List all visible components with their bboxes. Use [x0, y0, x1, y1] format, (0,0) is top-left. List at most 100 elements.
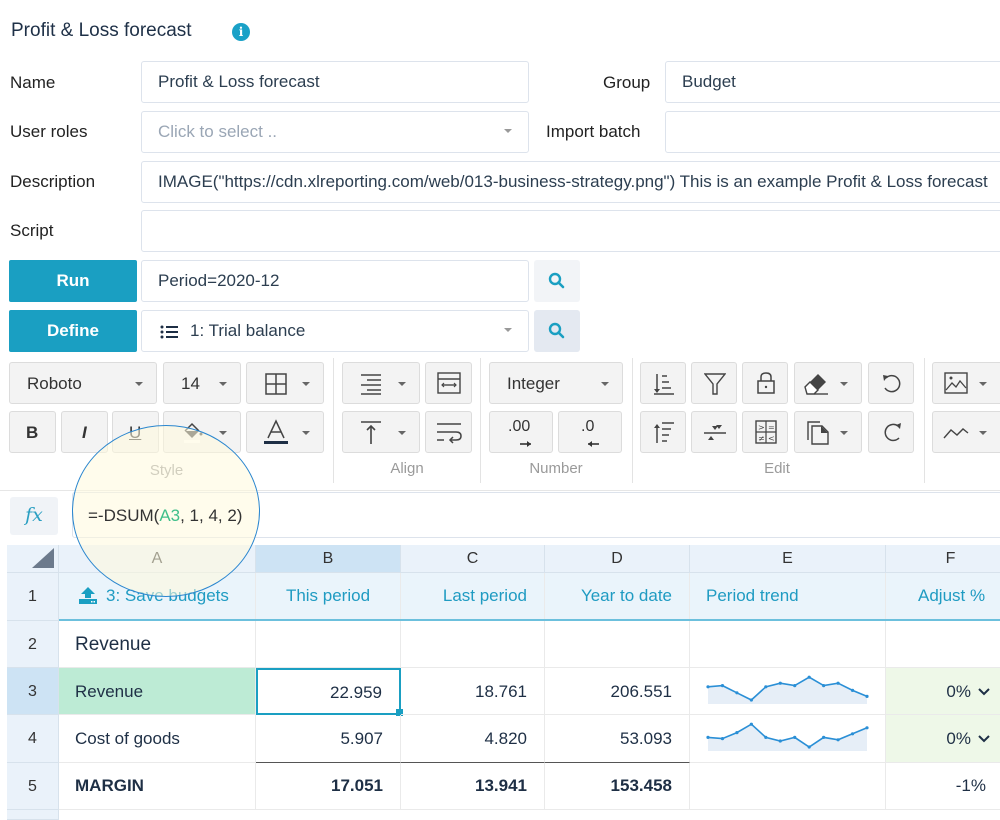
user-roles-select[interactable]: Click to select ..: [141, 111, 529, 153]
cell-d2[interactable]: [545, 621, 690, 668]
undo-button[interactable]: [868, 362, 914, 404]
cell-d4[interactable]: 53.093: [545, 715, 690, 763]
edit-group-label: Edit: [764, 460, 790, 477]
column-header-d[interactable]: D: [545, 545, 690, 573]
cell-b3-selected[interactable]: 22.959: [256, 668, 401, 715]
collapse-icon: [704, 425, 726, 440]
name-input[interactable]: Profit & Loss forecast: [141, 61, 529, 103]
cell-c2[interactable]: [401, 621, 545, 668]
increase-decimals-button[interactable]: .00: [489, 411, 553, 453]
cell-b5[interactable]: 17.051: [256, 763, 401, 810]
merge-cells-button[interactable]: [425, 362, 472, 404]
eraser-icon: [804, 374, 828, 395]
svg-text:≠: ≠: [758, 434, 765, 443]
run-params-input[interactable]: Period=2020-12: [141, 260, 529, 302]
sparkline-point: [836, 738, 840, 742]
text-color-button[interactable]: [246, 411, 324, 453]
chevron-down-icon[interactable]: [978, 735, 990, 743]
row-header-6[interactable]: [7, 810, 59, 820]
clear-button[interactable]: [794, 362, 862, 404]
select-all-corner[interactable]: [7, 545, 59, 573]
define-search-button[interactable]: [534, 310, 580, 352]
sparkline-point: [807, 675, 811, 679]
insert-sparkline-button[interactable]: [932, 411, 1000, 453]
run-search-button[interactable]: [534, 260, 580, 302]
cell-e2[interactable]: [690, 621, 886, 668]
insert-image-button[interactable]: [932, 362, 1000, 404]
italic-button[interactable]: I: [61, 411, 108, 453]
lock-button[interactable]: [742, 362, 788, 404]
chevron-down-icon[interactable]: [978, 688, 990, 696]
cell-e5[interactable]: [690, 763, 886, 810]
cell-a4[interactable]: Cost of goods: [59, 715, 256, 763]
cell-f4[interactable]: 0%: [886, 715, 1000, 763]
header-this-period: This period: [256, 573, 401, 619]
cell-c5[interactable]: 13.941: [401, 763, 545, 810]
row-header-4[interactable]: 4: [7, 715, 59, 763]
cell-f2[interactable]: [886, 621, 1000, 668]
bold-button[interactable]: B: [9, 411, 56, 453]
font-size-select[interactable]: 14: [163, 362, 241, 404]
script-input[interactable]: [141, 210, 1000, 252]
sparkline-point: [793, 735, 797, 739]
header-last-period: Last period: [401, 573, 545, 619]
column-header-c[interactable]: C: [401, 545, 545, 573]
sort-asc-button[interactable]: [640, 411, 686, 453]
row-header-5[interactable]: 5: [7, 763, 59, 810]
cell-b2[interactable]: [256, 621, 401, 668]
cell-a5[interactable]: MARGIN: [59, 763, 256, 810]
row-header-3[interactable]: 3: [7, 668, 59, 715]
cell-e3[interactable]: [690, 668, 886, 715]
sparkline-point: [807, 745, 811, 749]
collapse-button[interactable]: [691, 411, 737, 453]
toolbar-divider: [632, 358, 633, 483]
redo-button[interactable]: [868, 411, 914, 453]
column-header-b[interactable]: B: [256, 545, 401, 573]
cell-c4[interactable]: 4.820: [401, 715, 545, 763]
import-batch-input[interactable]: [665, 111, 1000, 153]
chevron-down-icon: [979, 382, 987, 386]
cell-b4[interactable]: 5.907: [256, 715, 401, 763]
wrap-text-icon: [437, 423, 462, 444]
group-label: Group: [603, 73, 651, 92]
chevron-down-icon: [398, 431, 406, 435]
run-button[interactable]: Run: [9, 260, 137, 302]
align-top-icon: [361, 421, 381, 444]
chevron-down-icon: [504, 129, 512, 133]
cell-d5[interactable]: 153.458: [545, 763, 690, 810]
cell-a3[interactable]: Revenue: [59, 668, 256, 715]
description-input[interactable]: IMAGE("https://cdn.xlreporting.com/web/0…: [141, 161, 1000, 203]
row-header-1[interactable]: 1: [7, 573, 59, 621]
sparkline-point: [865, 726, 869, 730]
cell-c3[interactable]: 18.761: [401, 668, 545, 715]
wrap-text-button[interactable]: [425, 411, 472, 453]
formula-prefix: =-DSUM(: [88, 506, 160, 525]
header-year-to-date: Year to date: [545, 573, 690, 619]
conditional-format-button[interactable]: > = ≠ <: [742, 411, 788, 453]
horizontal-align-button[interactable]: [342, 362, 420, 404]
cell-f3[interactable]: 0%: [886, 668, 1000, 715]
decrease-decimals-button[interactable]: .0: [558, 411, 622, 453]
number-format-select[interactable]: Integer: [489, 362, 623, 404]
sparkline-point: [749, 722, 753, 726]
font-family-select[interactable]: Roboto: [9, 362, 157, 404]
cell-e4[interactable]: [690, 715, 886, 763]
cell-d3[interactable]: 206.551: [545, 668, 690, 715]
arrow-right-icon: [520, 441, 531, 447]
cell-f5[interactable]: -1%: [886, 763, 1000, 810]
column-header-e[interactable]: E: [690, 545, 886, 573]
column-header-f[interactable]: F: [886, 545, 1000, 573]
upload-icon: [79, 587, 97, 604]
define-select[interactable]: 1: Trial balance: [141, 310, 529, 352]
group-input[interactable]: Budget: [665, 61, 1000, 103]
borders-button[interactable]: [246, 362, 324, 404]
define-button[interactable]: Define: [9, 310, 137, 352]
name-label: Name: [10, 73, 56, 92]
info-icon[interactable]: i: [232, 23, 250, 41]
cell-a2[interactable]: Revenue: [59, 621, 256, 668]
row-header-2[interactable]: 2: [7, 621, 59, 668]
filter-button[interactable]: [691, 362, 737, 404]
vertical-align-button[interactable]: [342, 411, 420, 453]
copy-button[interactable]: [794, 411, 862, 453]
sort-desc-button[interactable]: [640, 362, 686, 404]
